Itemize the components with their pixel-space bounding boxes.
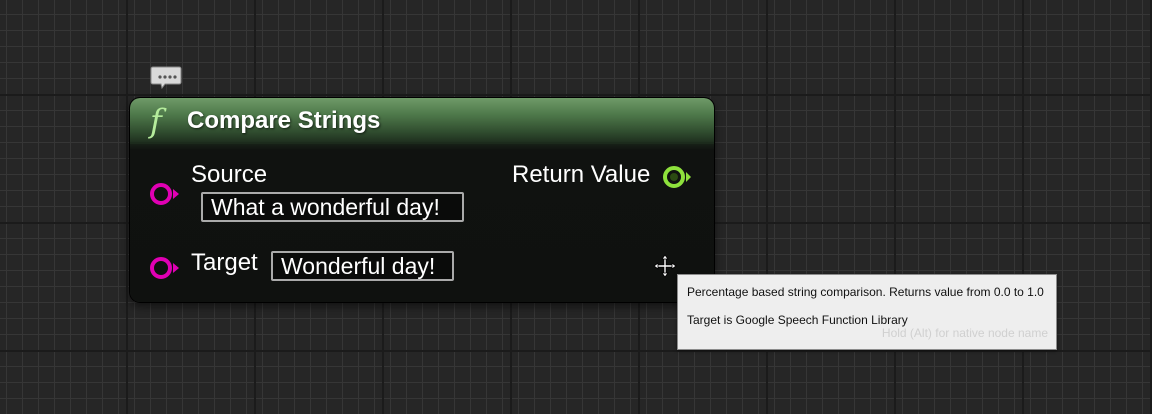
return-value-label: Return Value: [512, 161, 651, 188]
tooltip-hint: Hold (Alt) for native node name: [881, 326, 1048, 340]
function-icon: f: [150, 102, 162, 140]
source-input[interactable]: What a wonderful day!: [201, 192, 464, 222]
tooltip-description: Percentage based string comparison. Retu…: [687, 285, 1044, 299]
target-input[interactable]: Wonderful day!: [271, 251, 454, 281]
comment-bubble-icon[interactable]: [150, 66, 182, 90]
source-pin-icon[interactable]: [148, 181, 182, 207]
target-pin-icon[interactable]: [148, 255, 182, 281]
move-cursor-icon: [653, 254, 677, 278]
source-label: Source: [191, 161, 268, 188]
node-tooltip: Percentage based string comparison. Retu…: [677, 274, 1057, 350]
node-header[interactable]: f Compare Strings: [130, 98, 714, 150]
node-title: Compare Strings: [187, 107, 381, 134]
return-value-pin-icon[interactable]: [660, 164, 694, 190]
tooltip-target: Target is Google Speech Function Library: [687, 313, 908, 327]
compare-strings-node[interactable]: f Compare Strings Source What a wonderfu…: [130, 98, 714, 302]
target-label: Target: [191, 249, 258, 276]
